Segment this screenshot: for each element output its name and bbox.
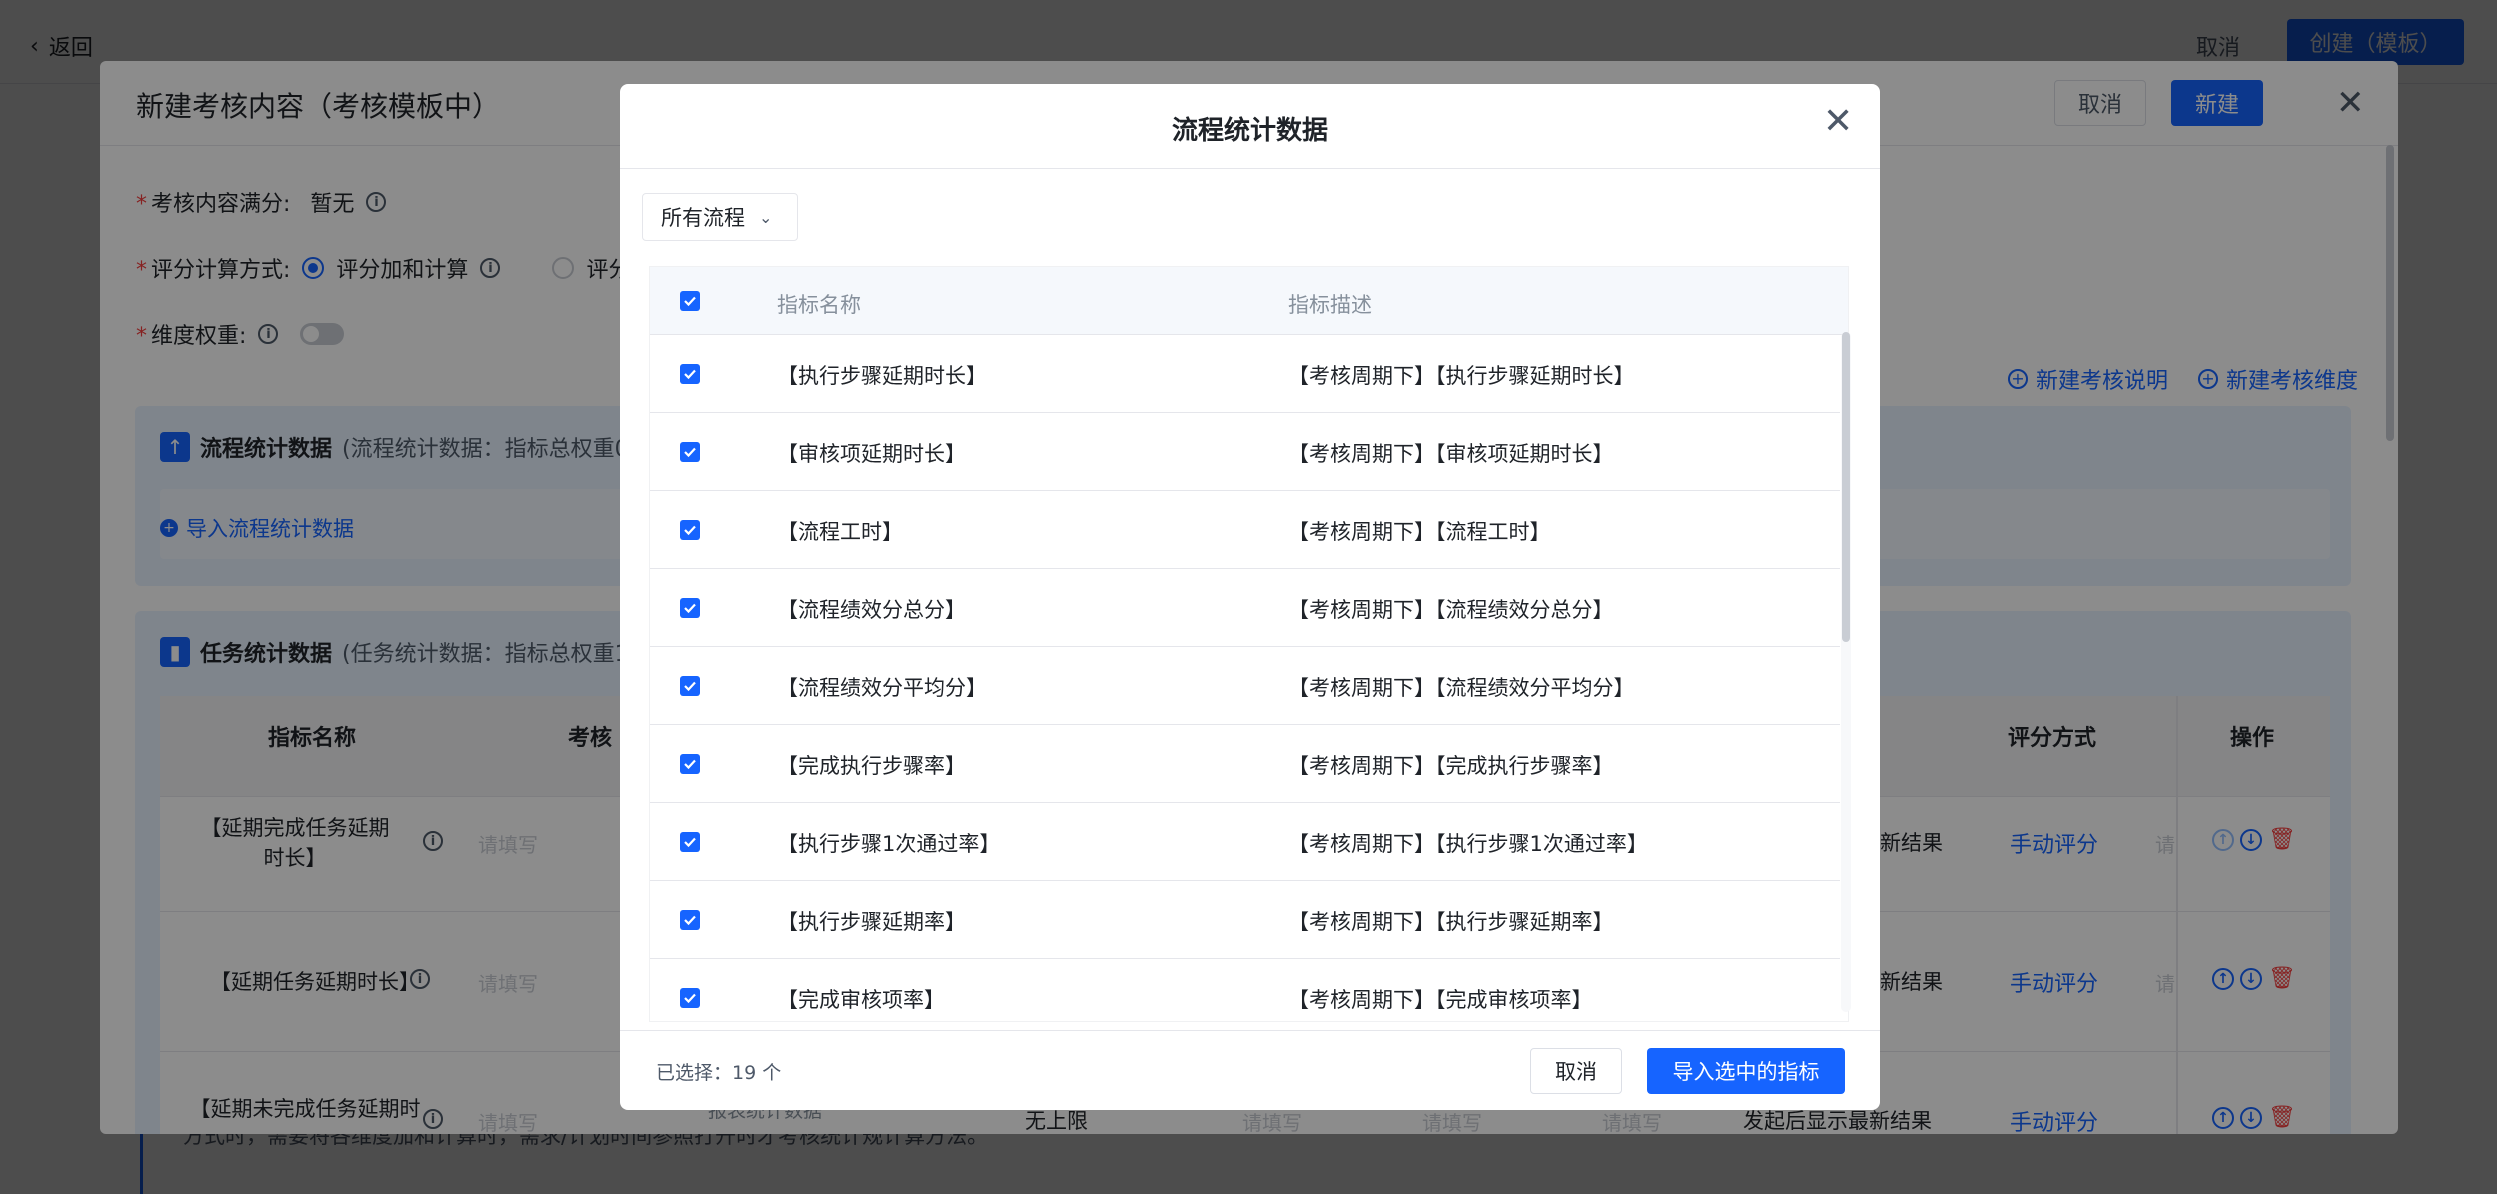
indicator-table-header: 指标名称 指标描述 (650, 267, 1848, 335)
row-checkbox[interactable] (680, 754, 700, 774)
check-icon (684, 525, 696, 536)
indicator-row[interactable]: 【流程工时】 【考核周期下】【流程工时】 (650, 491, 1840, 569)
indicator-name: 【执行步骤延期时长】 (777, 364, 987, 388)
indicator-desc: 【考核周期下】【流程工时】 (1288, 520, 1551, 544)
modal-divider (620, 168, 1880, 169)
check-icon (684, 369, 696, 380)
indicator-row[interactable]: 【执行步骤延期时长】 【考核周期下】【执行步骤延期时长】 (650, 335, 1840, 413)
indicator-name: 【执行步骤1次通过率】 (777, 832, 1001, 856)
process-filter-value: 所有流程 (661, 206, 745, 230)
row-checkbox[interactable] (680, 910, 700, 930)
indicator-name: 【完成执行步骤率】 (777, 754, 966, 778)
indicator-row[interactable]: 【审核项延期时长】 【考核周期下】【审核项延期时长】 (650, 413, 1840, 491)
row-checkbox[interactable] (680, 364, 700, 384)
row-checkbox[interactable] (680, 988, 700, 1008)
check-icon (684, 681, 696, 692)
indicator-desc: 【考核周期下】【执行步骤延期率】 (1288, 910, 1614, 934)
check-icon (684, 447, 696, 458)
modal-scrollbar[interactable] (1842, 332, 1850, 642)
import-selected-button[interactable]: 导入选中的指标 (1647, 1048, 1845, 1094)
indicator-desc: 【考核周期下】【完成执行步骤率】 (1288, 754, 1614, 778)
indicator-row[interactable]: 【完成审核项率】 【考核周期下】【完成审核项率】 (650, 959, 1840, 1021)
indicator-row[interactable]: 【流程绩效分平均分】 【考核周期下】【流程绩效分平均分】 (650, 647, 1840, 725)
indicator-desc: 【考核周期下】【执行步骤1次通过率】 (1288, 832, 1648, 856)
process-stats-modal: 流程统计数据 ✕ 所有流程 ⌄ 指标名称 指标描述 【执行步骤延期时长】【考核周… (620, 84, 1880, 1110)
chevron-down-icon: ⌄ (759, 207, 773, 227)
indicator-row[interactable]: 【执行步骤延期率】 【考核周期下】【执行步骤延期率】 (650, 881, 1840, 959)
modal-cancel-button[interactable]: 取消 (1530, 1048, 1622, 1094)
check-icon (684, 759, 696, 770)
selected-count: 已选择：19 个 (656, 1062, 782, 1084)
indicator-name: 【流程绩效分总分】 (777, 598, 966, 622)
modal-close-icon[interactable]: ✕ (1823, 104, 1853, 140)
check-icon (684, 296, 696, 307)
col-indicator-desc: 指标描述 (1288, 293, 1372, 317)
select-all-checkbox[interactable] (680, 291, 700, 311)
check-icon (684, 837, 696, 848)
modal-footer-divider (620, 1030, 1880, 1031)
row-checkbox[interactable] (680, 676, 700, 696)
indicator-row[interactable]: 【执行步骤1次通过率】 【考核周期下】【执行步骤1次通过率】 (650, 803, 1840, 881)
indicator-row[interactable]: 【完成执行步骤率】 【考核周期下】【完成执行步骤率】 (650, 725, 1840, 803)
indicator-name: 【执行步骤延期率】 (777, 910, 966, 934)
row-checkbox[interactable] (680, 598, 700, 618)
indicator-name: 【完成审核项率】 (777, 988, 945, 1012)
indicator-desc: 【考核周期下】【完成审核项率】 (1288, 988, 1593, 1012)
indicator-name: 【审核项延期时长】 (777, 442, 966, 466)
check-icon (684, 993, 696, 1004)
check-icon (684, 603, 696, 614)
indicator-name: 【流程工时】 (777, 520, 903, 544)
row-checkbox[interactable] (680, 832, 700, 852)
process-filter-select[interactable]: 所有流程 ⌄ (642, 193, 798, 241)
indicator-desc: 【考核周期下】【流程绩效分总分】 (1288, 598, 1614, 622)
indicator-row[interactable]: 【流程绩效分总分】 【考核周期下】【流程绩效分总分】 (650, 569, 1840, 647)
indicator-desc: 【考核周期下】【流程绩效分平均分】 (1288, 676, 1635, 700)
indicator-name: 【流程绩效分平均分】 (777, 676, 987, 700)
check-icon (684, 915, 696, 926)
indicator-desc: 【考核周期下】【审核项延期时长】 (1288, 442, 1614, 466)
modal-title: 流程统计数据 (1171, 116, 1328, 146)
col-indicator-name: 指标名称 (777, 293, 861, 317)
row-checkbox[interactable] (680, 520, 700, 540)
indicator-desc: 【考核周期下】【执行步骤延期时长】 (1288, 364, 1635, 388)
indicator-table: 指标名称 指标描述 【执行步骤延期时长】 【考核周期下】【执行步骤延期时长】【审核… (649, 266, 1849, 1022)
row-checkbox[interactable] (680, 442, 700, 462)
